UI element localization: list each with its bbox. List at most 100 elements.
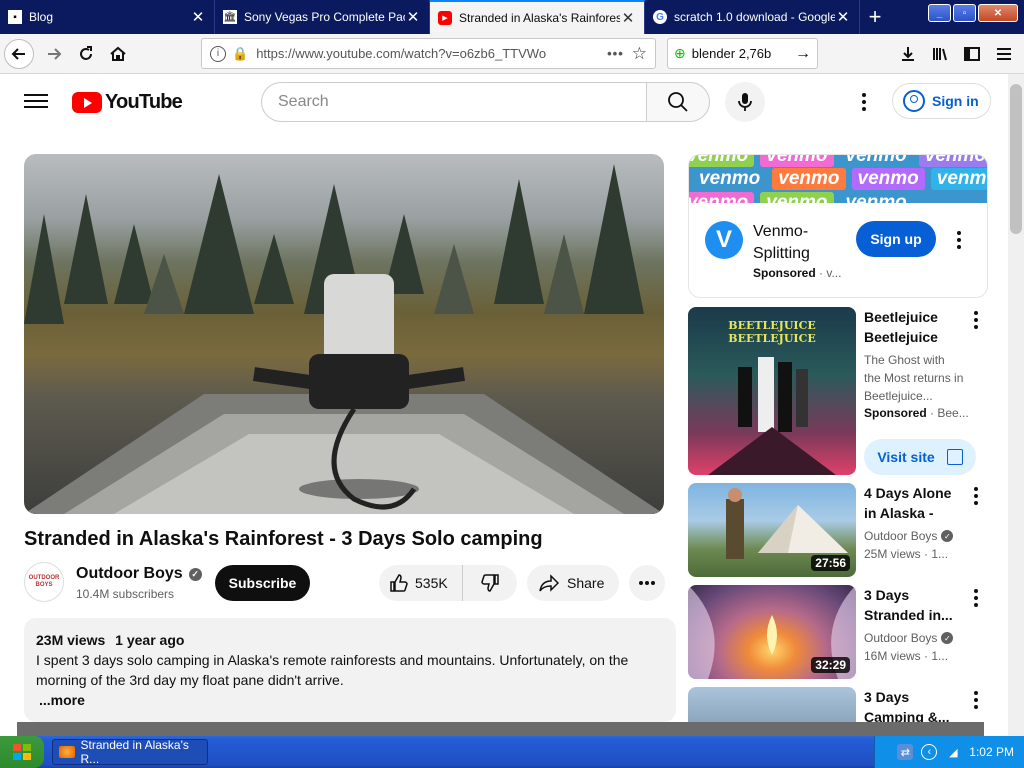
taskbar-window-firefox[interactable]: Stranded in Alaska's R...	[52, 738, 208, 766]
dislike-button[interactable]	[463, 573, 517, 593]
sign-in-button[interactable]: Sign in	[892, 83, 991, 119]
account-icon	[903, 90, 925, 112]
search-engine-icon[interactable]: ⊕	[674, 45, 686, 62]
video-kebab-icon[interactable]	[974, 691, 978, 709]
video-kebab-icon[interactable]	[974, 589, 978, 607]
show-hidden-icons-icon[interactable]: ‹	[921, 744, 938, 760]
search-input[interactable]: Search	[261, 82, 647, 122]
minimize-button[interactable]: _	[928, 4, 951, 22]
show-more-link[interactable]: ...more	[39, 690, 664, 710]
promo-sponsored-label: Sponsored · Bee...	[864, 406, 969, 420]
back-button[interactable]	[4, 38, 34, 69]
beetlejuice-promo[interactable]: BEETLEJUICE BEETLEJUICE Beetlejuice Beet…	[688, 307, 988, 475]
video-title[interactable]: 4 Days Alone in Alaska -	[864, 483, 964, 523]
tab-blog[interactable]: ▪ Blog ✕	[0, 0, 215, 34]
more-actions-button[interactable]	[629, 565, 665, 601]
venmo-ad-card[interactable]: venmo venmo venmo venmo venmo venmo venm…	[688, 154, 988, 298]
video-title[interactable]: 3 Days Camping &...	[864, 687, 964, 722]
more-horizontal-icon	[639, 581, 655, 585]
browser-navbar: i 🔒 https://www.youtube.com/watch?v=o6zb…	[0, 34, 1024, 74]
thumbs-down-icon	[481, 574, 499, 592]
tab-label: Stranded in Alaska's Rainforest	[459, 11, 620, 25]
start-button[interactable]	[0, 736, 44, 768]
recommended-video[interactable]: 27:56 4 Days Alone in Alaska - Outdoor B…	[688, 483, 988, 577]
venmo-ad-banner: venmo venmo venmo venmo venmo venmo venm…	[689, 155, 987, 203]
tab-label: Blog	[29, 10, 54, 24]
share-label: Share	[567, 575, 605, 591]
menu-button[interactable]	[988, 38, 1020, 70]
search-go-icon[interactable]: →	[795, 45, 811, 63]
subscribe-button[interactable]: Subscribe	[215, 565, 310, 601]
page-actions-icon[interactable]: •••	[607, 46, 624, 61]
banner-word: venmo	[918, 155, 987, 167]
info-icon[interactable]: i	[210, 45, 226, 62]
youtube-play-icon	[72, 92, 102, 113]
bookmark-star-icon[interactable]: ☆	[632, 44, 647, 64]
ad-signup-button[interactable]: Sign up	[856, 221, 936, 257]
channel-name[interactable]: Outdoor Boys	[76, 565, 183, 583]
close-tab-icon[interactable]: ✕	[620, 9, 636, 27]
youtube-logo[interactable]: YouTube	[72, 91, 183, 114]
like-button[interactable]: 535K	[379, 565, 463, 601]
voice-search-button[interactable]	[725, 82, 765, 122]
tab-google[interactable]: G scratch 1.0 download - Google ✕	[645, 0, 860, 34]
advertiser-text: · v...	[819, 266, 842, 280]
new-tab-button[interactable]: +	[860, 0, 890, 34]
clock[interactable]: 1:02 PM	[969, 745, 1014, 759]
tab-sony-vegas[interactable]: 🏛 Sony Vegas Pro Complete Pack ✕	[215, 0, 430, 34]
network-icon[interactable]: ⇄	[897, 744, 914, 760]
forward-button[interactable]	[38, 38, 70, 70]
like-dislike-group: 535K	[379, 565, 517, 601]
like-count: 535K	[415, 575, 448, 591]
promo-title[interactable]: Beetlejuice Beetlejuice	[864, 307, 964, 347]
sidebar-toggle-button[interactable]	[956, 38, 988, 70]
search-button[interactable]	[646, 82, 710, 122]
scrollbar-thumb[interactable]	[1010, 84, 1022, 234]
address-bar[interactable]: i 🔒 https://www.youtube.com/watch?v=o6zb…	[201, 38, 656, 69]
promo-poster[interactable]: BEETLEJUICE BEETLEJUICE	[688, 307, 856, 475]
channel-avatar[interactable]: OUTDOOR BOYS	[24, 562, 64, 602]
library-icon	[933, 48, 947, 61]
promo-description: The Ghost with the Most returns in Beetl…	[864, 353, 964, 403]
recommended-video[interactable]: 3 Days Camping &...	[688, 687, 988, 722]
description-box[interactable]: 23M views 1 year ago I spent 3 days solo…	[24, 618, 676, 722]
channel-name[interactable]: Outdoor Boys	[864, 529, 937, 543]
archive-favicon-icon: 🏛	[223, 10, 237, 24]
video-thumbnail[interactable]	[688, 687, 856, 722]
video-thumbnail[interactable]: 32:29	[688, 585, 856, 679]
tab-youtube-active[interactable]: ▶ Stranded in Alaska's Rainforest ✕	[430, 0, 645, 34]
channel-name-row[interactable]: Outdoor Boys ✓	[76, 565, 202, 583]
video-kebab-icon[interactable]	[974, 487, 978, 505]
url-text[interactable]: https://www.youtube.com/watch?v=o6zb6_TT…	[256, 46, 599, 61]
ad-title[interactable]: Venmo-Splitting	[753, 221, 847, 265]
close-tab-icon[interactable]: ✕	[405, 8, 421, 26]
share-button[interactable]: Share	[527, 565, 619, 601]
home-button[interactable]	[102, 38, 134, 70]
close-tab-icon[interactable]: ✕	[190, 8, 206, 26]
guide-menu-button[interactable]	[24, 91, 48, 111]
browser-search-box[interactable]: ⊕ blender 2,76b →	[667, 38, 818, 69]
visit-site-button[interactable]: Visit site	[864, 439, 976, 475]
recommended-video[interactable]: 32:29 3 Days Stranded in... Outdoor Boys…	[688, 585, 988, 679]
downloads-button[interactable]	[892, 38, 924, 70]
close-window-button[interactable]: ✕	[978, 4, 1018, 22]
video-player[interactable]	[24, 154, 664, 514]
video-channel[interactable]: Outdoor Boys ✓	[864, 631, 954, 645]
ad-kebab-icon[interactable]	[957, 231, 961, 249]
video-thumbnail[interactable]: 27:56	[688, 483, 856, 577]
banner-word: venmo	[689, 155, 755, 167]
maximize-button[interactable]: ▫	[953, 4, 976, 22]
volume-icon[interactable]: ◢	[945, 744, 961, 760]
reload-button[interactable]	[70, 38, 102, 70]
settings-kebab-icon[interactable]	[852, 90, 876, 114]
share-icon	[539, 574, 559, 592]
video-title[interactable]: 3 Days Stranded in...	[864, 585, 964, 625]
channel-name[interactable]: Outdoor Boys	[864, 631, 937, 645]
promo-kebab-icon[interactable]	[974, 311, 978, 329]
vertical-scrollbar[interactable]	[1008, 74, 1024, 736]
library-button[interactable]	[924, 38, 956, 70]
search-query[interactable]: blender 2,76b	[692, 46, 795, 61]
video-channel[interactable]: Outdoor Boys ✓	[864, 529, 954, 543]
close-tab-icon[interactable]: ✕	[835, 8, 851, 26]
horizontal-scrollbar[interactable]	[17, 722, 984, 736]
